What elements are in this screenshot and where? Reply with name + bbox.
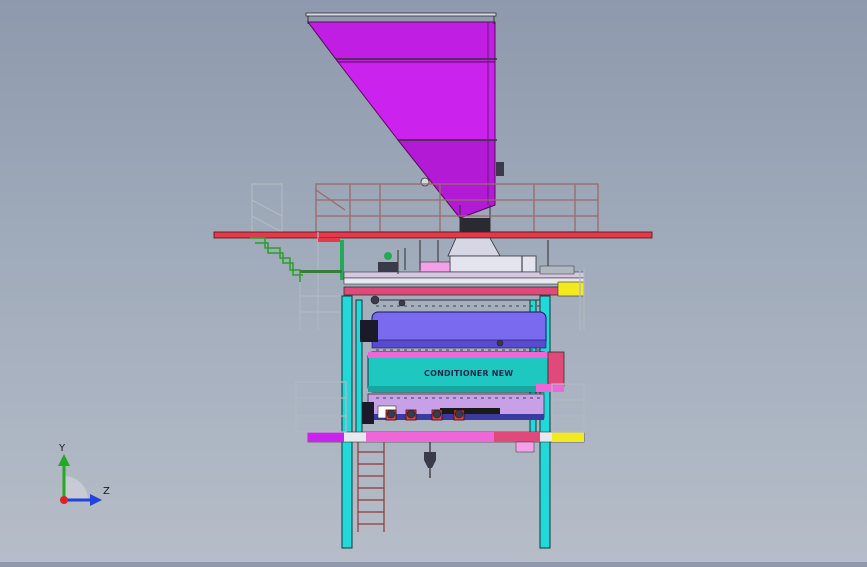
cad-viewport[interactable]: CONDITIONER NEW Y Z xyxy=(0,0,867,562)
lower-railing-left xyxy=(295,381,347,433)
axis-y-label: Y xyxy=(59,443,66,454)
discharge-outlet xyxy=(424,442,436,478)
conditioner-upper xyxy=(360,299,547,349)
ladder xyxy=(357,442,385,532)
conditioner-label: CONDITIONER NEW xyxy=(424,369,514,378)
coordinate-triad-icon xyxy=(58,454,102,506)
feed-hopper xyxy=(305,12,504,232)
stair-accents xyxy=(300,238,344,280)
side-railing-left xyxy=(251,183,283,233)
stair-railing xyxy=(299,232,340,330)
platform-beam xyxy=(213,231,653,239)
axis-z-label: Z xyxy=(103,486,110,497)
stairs xyxy=(250,237,303,282)
cad-drawing xyxy=(58,12,653,549)
